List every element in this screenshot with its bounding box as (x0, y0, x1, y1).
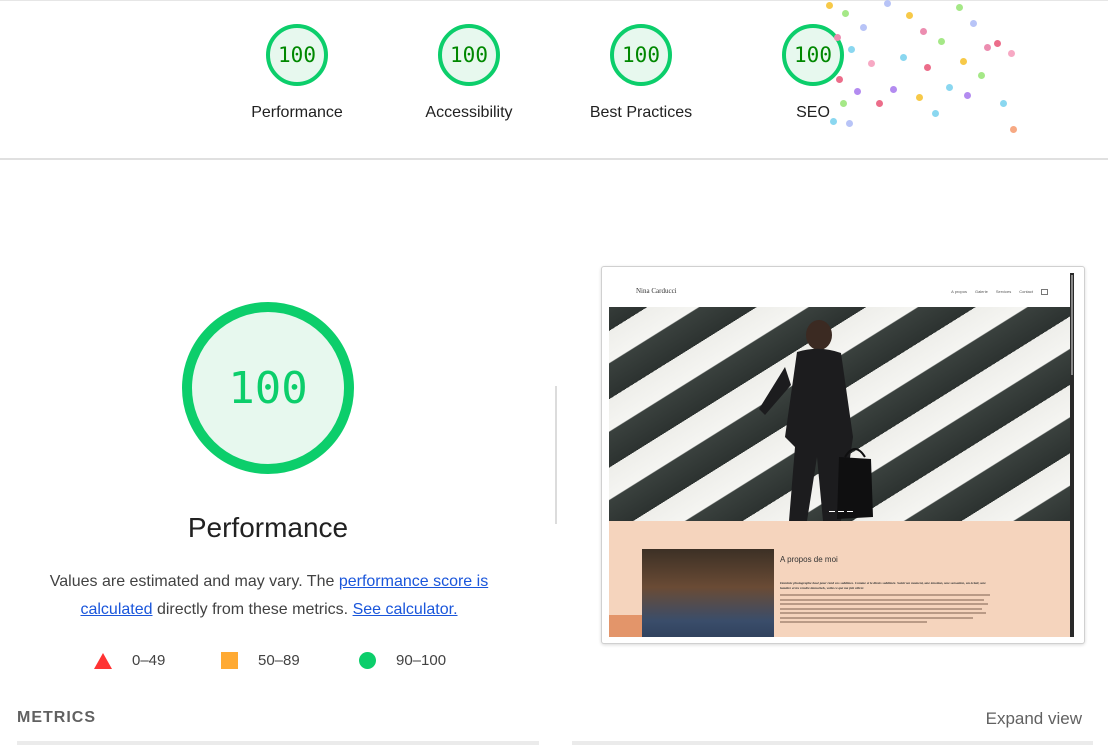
site-nav-item: Contact (1019, 289, 1033, 294)
metric-divider-left (17, 741, 539, 745)
site-nav-item: Services (995, 289, 1012, 294)
legend-fail: 0–49 (94, 652, 165, 669)
gauge-score: 100 (278, 43, 316, 67)
legend-pass: 90–100 (359, 652, 446, 669)
metric-divider-right (572, 741, 1093, 745)
about-section: A propos de moi Dominic photographe basé… (609, 521, 1071, 637)
gauge-performance[interactable]: 100 Performance (212, 24, 382, 122)
performance-score: 100 (228, 362, 308, 414)
gauge-label: Performance (251, 104, 343, 121)
hero-image (609, 307, 1071, 521)
gauge-ring: 100 (266, 24, 328, 86)
decor-block (609, 615, 642, 637)
screenshot-viewport: Nina Carducci A propos Galerie Services … (608, 273, 1074, 637)
expand-view-button[interactable]: Expand view (986, 709, 1082, 729)
legend-average: 50–89 (221, 652, 300, 669)
final-screenshot[interactable]: Nina Carducci A propos Galerie Services … (601, 266, 1085, 644)
triangle-icon (94, 652, 112, 669)
see-calculator-link[interactable]: See calculator. (353, 601, 458, 618)
gauge-ring: 100 (610, 24, 672, 86)
gauge-ring: 100 (438, 24, 500, 86)
description-text: Values are estimated and may vary. The (49, 573, 339, 590)
about-title: A propos de moi (780, 555, 838, 564)
businessman-figure (759, 320, 873, 521)
circle-icon (359, 652, 376, 669)
square-icon (221, 652, 238, 669)
about-lead: Dominic photographe basé pour rend vos s… (780, 581, 986, 590)
screenshot-scrollbar (1070, 273, 1074, 637)
gauge-label: Best Practices (589, 104, 693, 121)
site-nav: A propos Galerie Services Contact (951, 289, 1048, 295)
gauge-label: Accessibility (425, 104, 513, 121)
site-nav-item: A propos (951, 289, 967, 294)
vertical-divider (555, 386, 557, 524)
confetti-decoration (820, 0, 1030, 140)
legend-average-label: 50–89 (258, 652, 300, 669)
gauge-accessibility[interactable]: 100 Accessibility (384, 24, 554, 122)
performance-gauge: 100 (182, 302, 354, 474)
description-text: directly from these metrics. (152, 601, 353, 618)
site-nav-item: Galerie (974, 289, 988, 294)
performance-title: Performance (187, 512, 349, 543)
carousel-indicators (829, 511, 853, 512)
portrait-image (642, 549, 774, 637)
about-body-text (780, 594, 990, 626)
metrics-heading: METRICS (17, 709, 96, 726)
site-name: Nina Carducci (636, 287, 677, 295)
performance-description: Values are estimated and may vary. The p… (26, 568, 512, 624)
gauge-best-practices[interactable]: 100 Best Practices (556, 24, 726, 122)
legend-pass-label: 90–100 (396, 652, 447, 669)
instagram-icon (1041, 289, 1048, 295)
gauge-score: 100 (450, 43, 488, 67)
gauge-score: 100 (622, 43, 660, 67)
score-header: 100 Performance 100 Accessibility 100 Be… (0, 0, 1108, 160)
legend-fail-label: 0–49 (132, 652, 166, 669)
